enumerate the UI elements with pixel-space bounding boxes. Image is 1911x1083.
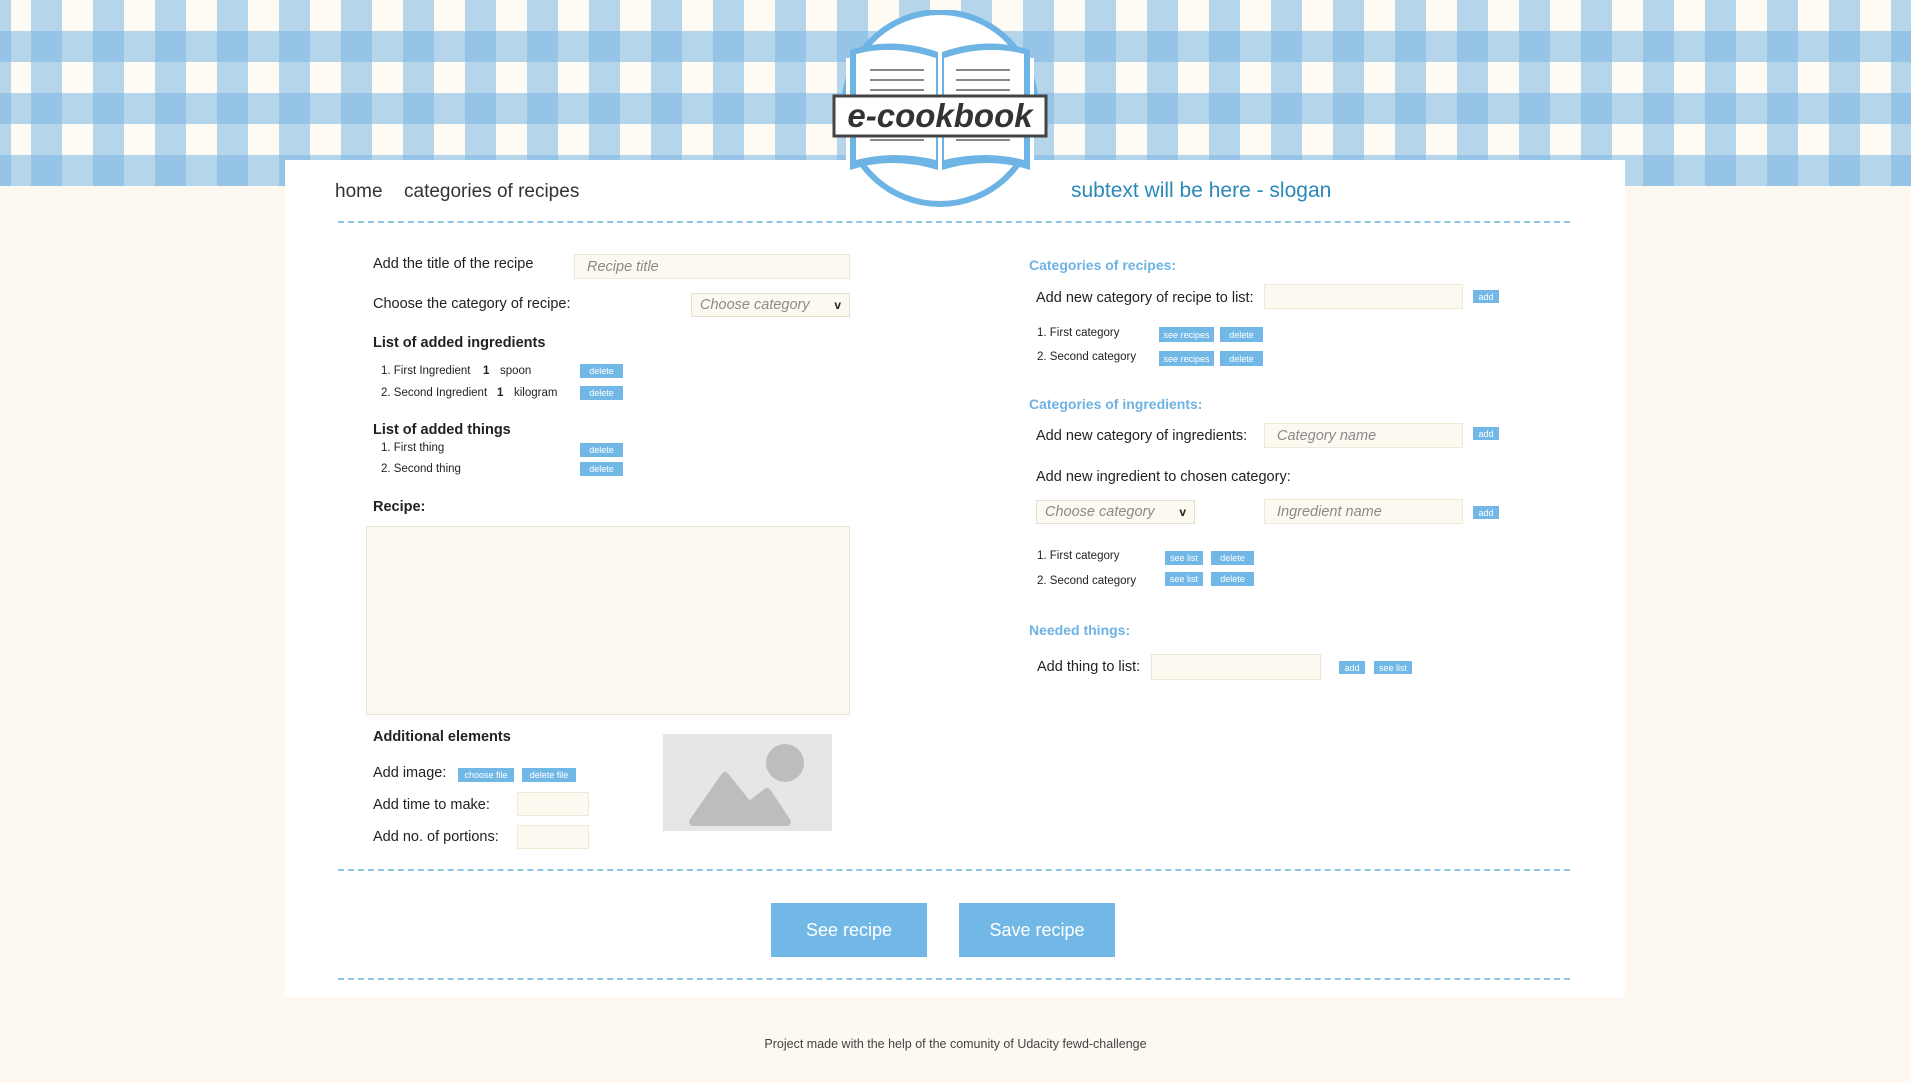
- save-recipe-button[interactable]: Save recipe: [959, 903, 1115, 957]
- ingredient-qty: 1: [483, 365, 490, 377]
- choose-file-button[interactable]: choose file: [458, 768, 514, 782]
- nav-categories-of-recipes[interactable]: categories of recipes: [404, 181, 579, 203]
- ingredient-category-item: 1. First category: [1037, 550, 1120, 562]
- recipe-title-input[interactable]: Recipe title: [574, 254, 850, 279]
- add-recipe-category-button[interactable]: add: [1473, 290, 1499, 303]
- thing-name: 2. Second thing: [381, 463, 461, 475]
- things-heading: List of added things: [373, 422, 511, 438]
- recipe-label: Recipe:: [373, 499, 426, 515]
- nav-home[interactable]: home: [335, 181, 383, 203]
- ingredient-name: 2. Second Ingredient: [381, 387, 488, 399]
- recipe-textarea[interactable]: [366, 526, 850, 715]
- thing-input[interactable]: [1151, 654, 1321, 680]
- recipe-categories-heading: Categories of recipes:: [1029, 257, 1177, 273]
- delete-thing-button[interactable]: delete: [580, 462, 623, 476]
- divider-bottom: [338, 978, 1570, 980]
- e-cookbook-logo[interactable]: e-cookbook: [832, 10, 1048, 210]
- delete-ingredient-button[interactable]: delete: [580, 364, 623, 378]
- logo-text: e-cookbook: [847, 97, 1034, 134]
- add-image-label: Add image:: [373, 765, 447, 781]
- add-thing-button[interactable]: add: [1339, 661, 1365, 674]
- delete-ingredient-button[interactable]: delete: [580, 386, 623, 400]
- delete-file-button[interactable]: delete file: [522, 768, 576, 782]
- ingredient-name-input[interactable]: Ingredient name: [1264, 499, 1463, 524]
- recipe-title-label: Add the title of the recipe: [373, 256, 534, 272]
- divider-top: [338, 221, 1570, 223]
- thing-name: 1. First thing: [381, 442, 445, 454]
- see-list-button[interactable]: see list: [1165, 572, 1203, 586]
- add-ingredient-category-button[interactable]: add: [1473, 427, 1499, 440]
- additional-elements-heading: Additional elements: [373, 729, 511, 745]
- delete-recipe-category-button[interactable]: delete: [1220, 327, 1263, 342]
- add-ingredient-category-label: Add new category of ingredients:: [1036, 428, 1248, 444]
- recipe-category-select-value: Choose category: [700, 297, 810, 313]
- chevron-down-icon: v: [834, 298, 841, 312]
- ingredient-unit: kilogram: [514, 387, 558, 399]
- add-ingredient-label: Add new ingredient to chosen category:: [1036, 469, 1291, 485]
- see-things-list-button[interactable]: see list: [1374, 661, 1412, 674]
- add-ingredient-button[interactable]: add: [1473, 506, 1499, 519]
- add-thing-label: Add thing to list:: [1037, 659, 1141, 675]
- image-placeholder-icon: [663, 734, 832, 831]
- time-label: Add time to make:: [373, 797, 490, 813]
- divider-middle: [338, 869, 1570, 871]
- chevron-down-icon: v: [1179, 505, 1186, 519]
- ingredient-categories-heading: Categories of ingredients:: [1029, 396, 1203, 412]
- ingredient-category-input[interactable]: Category name: [1264, 423, 1463, 448]
- delete-ingredient-category-button[interactable]: delete: [1211, 572, 1254, 586]
- footer-text: Project made with the help of the comuni…: [764, 1037, 1147, 1051]
- ingredient-unit: spoon: [500, 365, 532, 377]
- needed-things-heading: Needed things:: [1029, 622, 1131, 638]
- slogan: subtext will be here - slogan: [1071, 179, 1332, 202]
- ingredient-category-item: 2. Second category: [1037, 575, 1137, 587]
- recipe-category-item: 2. Second category: [1037, 351, 1137, 363]
- recipe-category-item: 1. First category: [1037, 327, 1120, 339]
- portions-input[interactable]: [517, 825, 589, 849]
- recipe-category-input[interactable]: [1264, 284, 1463, 309]
- ingredient-category-select[interactable]: Choose category v: [1036, 500, 1195, 524]
- add-recipe-category-label: Add new category of recipe to list:: [1036, 290, 1254, 306]
- ingredients-heading: List of added ingredients: [373, 335, 546, 351]
- ingredient-category-select-value: Choose category: [1045, 504, 1155, 520]
- see-recipe-button[interactable]: See recipe: [771, 903, 927, 957]
- time-input[interactable]: [517, 792, 589, 816]
- see-recipes-button[interactable]: see recipes: [1159, 327, 1214, 342]
- portions-label: Add no. of portions:: [373, 829, 499, 845]
- recipe-category-label: Choose the category of recipe:: [373, 296, 571, 312]
- delete-ingredient-category-button[interactable]: delete: [1211, 551, 1254, 565]
- see-list-button[interactable]: see list: [1165, 551, 1203, 565]
- delete-recipe-category-button[interactable]: delete: [1220, 351, 1263, 366]
- recipe-category-select[interactable]: Choose category v: [691, 293, 850, 317]
- delete-thing-button[interactable]: delete: [580, 443, 623, 457]
- see-recipes-button[interactable]: see recipes: [1159, 351, 1214, 366]
- ingredient-qty: 1: [497, 387, 504, 399]
- ingredient-name: 1. First Ingredient: [381, 365, 471, 377]
